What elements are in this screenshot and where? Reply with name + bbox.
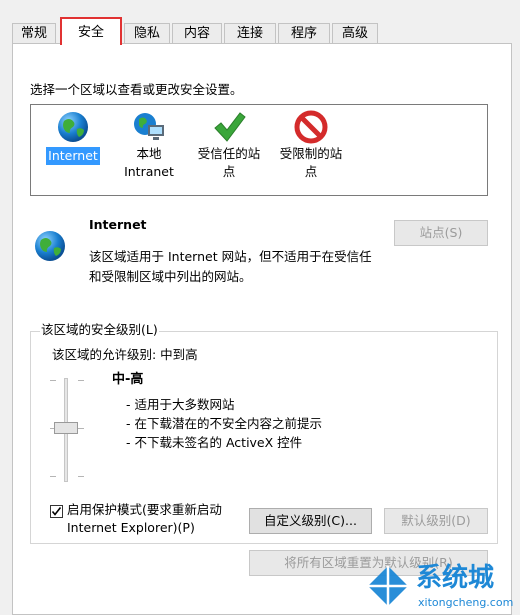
selected-zone-desc-2: 和受限制区域中列出的网站。: [89, 269, 252, 284]
zone-trusted-sites-label-1: 受信任的站: [197, 146, 261, 161]
protected-mode-label-2: Internet Explorer)(P): [67, 520, 195, 535]
zone-trusted-sites[interactable]: 受信任的站 点: [191, 109, 267, 181]
slider-tick: [50, 476, 56, 477]
no-entry-icon: [293, 109, 329, 145]
tab-general[interactable]: 常规: [12, 23, 56, 43]
slider-tick: [78, 380, 84, 381]
tab-content[interactable]: 内容: [172, 23, 222, 43]
zone-local-intranet-label-1: 本地: [136, 146, 162, 161]
slider-tick: [78, 476, 84, 477]
protected-mode-label-1: 启用保护模式(要求重新启动: [67, 502, 222, 517]
zone-trusted-sites-label-2: 点: [222, 164, 236, 179]
selected-zone-desc-1: 该区域适用于 Internet 网站，但不适用于在受信任: [89, 249, 372, 264]
custom-level-button[interactable]: 自定义级别(C)...: [249, 508, 372, 534]
security-level-legend: 该区域的安全级别(L): [40, 322, 159, 338]
tab-advanced[interactable]: 高级: [332, 23, 378, 43]
zone-internet-label: Internet: [46, 147, 100, 165]
site-watermark: 系统城 xitongcheng.com: [362, 560, 520, 615]
slider-tick: [50, 380, 56, 381]
protected-mode-checkbox[interactable]: [50, 505, 63, 518]
zone-list: Internet 本地 Intranet 受信任的站 点 受限制的站 点: [30, 104, 488, 196]
selected-zone-name: Internet: [89, 217, 147, 232]
security-level-slider-thumb[interactable]: [54, 422, 78, 434]
tab-programs[interactable]: 程序: [278, 23, 330, 43]
watermark-brand: 系统城: [416, 563, 495, 593]
security-level-bullet: - 适用于大多数网站: [126, 397, 235, 412]
checkmark-icon: [211, 109, 247, 145]
zone-local-intranet[interactable]: 本地 Intranet: [119, 109, 179, 181]
security-level-bullet: - 在下载潜在的不安全内容之前提示: [126, 416, 322, 431]
windows-logo-icon: [368, 566, 408, 606]
zone-local-intranet-label-2: Intranet: [124, 164, 174, 179]
intranet-icon: [131, 109, 167, 145]
security-level-name: 中-高: [112, 372, 144, 387]
allowed-levels-text: 该区域的允许级别: 中到高: [52, 347, 198, 362]
tab-connections[interactable]: 连接: [224, 23, 276, 43]
globe-icon: [55, 109, 91, 145]
zone-restricted-sites-label-2: 点: [304, 164, 318, 179]
zone-prompt: 选择一个区域以查看或更改安全设置。: [30, 82, 243, 97]
security-level-bullet: - 不下载未签名的 ActiveX 控件: [126, 435, 303, 450]
zone-restricted-sites-label-1: 受限制的站: [279, 146, 343, 161]
default-level-button[interactable]: 默认级别(D): [384, 508, 488, 534]
watermark-url: xitongcheng.com: [418, 596, 514, 609]
zone-internet[interactable]: Internet: [43, 109, 103, 165]
selected-zone-globe-icon: [32, 228, 68, 267]
tab-privacy[interactable]: 隐私: [124, 23, 170, 43]
sites-button[interactable]: 站点(S): [394, 220, 488, 246]
checkmark-icon: [51, 507, 62, 516]
zone-restricted-sites[interactable]: 受限制的站 点: [273, 109, 349, 181]
tab-security[interactable]: 安全: [60, 17, 122, 45]
slider-tick: [78, 428, 84, 429]
